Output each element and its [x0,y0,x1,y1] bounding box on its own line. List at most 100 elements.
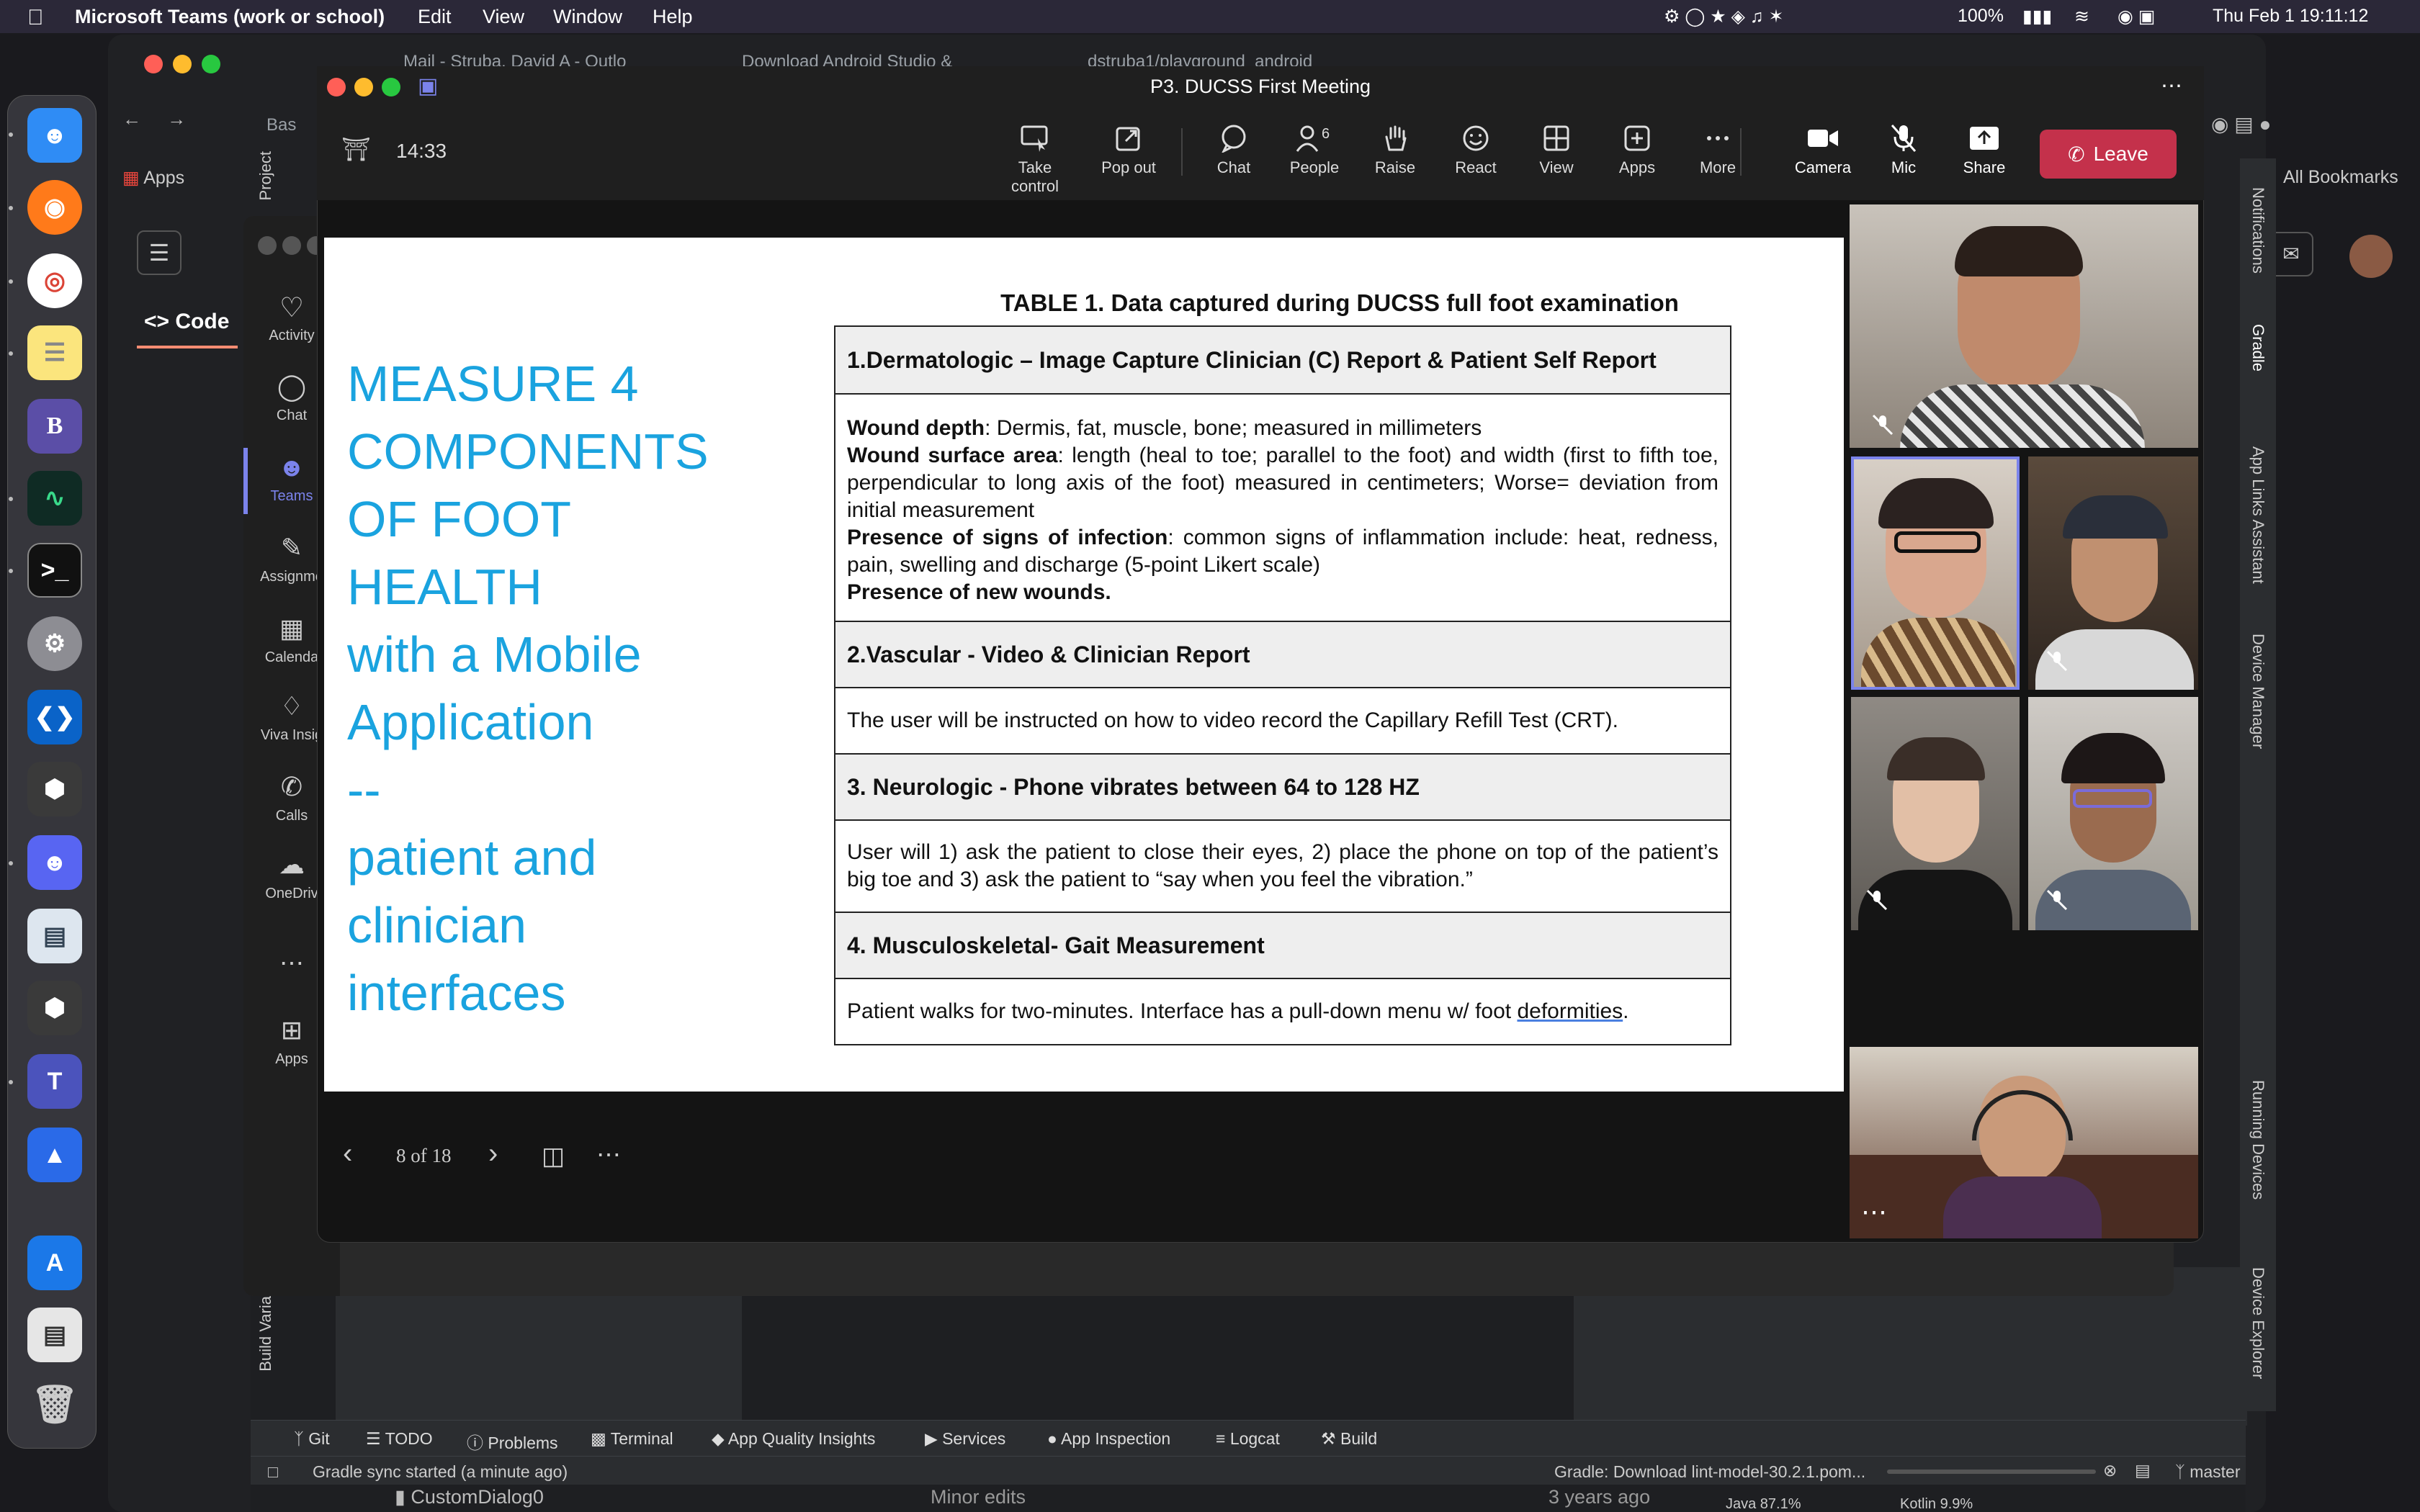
build-variants-tab[interactable]: Build Varia [256,1296,275,1372]
apps-grid-icon[interactable]: ▦ [122,168,140,188]
screen-window-icon[interactable]: ▤ [27,1308,82,1362]
side-notifications[interactable]: Notifications [2249,187,2267,274]
back-icon[interactable]: ← [122,108,141,130]
unity-hub-icon[interactable]: ⬢ [27,762,82,816]
status-right: Gradle: Download lint-model-30.2.1.pom..… [1554,1462,1866,1481]
teams-icon[interactable]: T [27,1054,82,1109]
participant-tile-5[interactable] [2028,697,2198,930]
status-panel-icon[interactable]: □ [268,1462,278,1482]
menu-help[interactable]: Help [653,6,693,28]
activity-monitor-icon[interactable]: ∿ [27,471,82,526]
participant-tile-2-active[interactable] [1851,456,2020,690]
firefox-icon[interactable]: ◉ [27,180,82,235]
more-button[interactable]: More [1678,124,1757,177]
tool-build[interactable]: ⚒ Build [1321,1429,1377,1449]
menu-view[interactable]: View [483,6,524,28]
title-more-icon[interactable]: ⋯ [2161,66,2182,107]
tool-logcat[interactable]: ≡ Logcat [1216,1429,1280,1449]
preview-icon[interactable]: ▤ [27,909,82,963]
branch-indicator[interactable]: ᛉ master [2175,1462,2241,1482]
tool-app-inspection[interactable]: ● App Inspection [1047,1429,1170,1449]
participant-tile-6-self[interactable]: ⋯ [1850,1047,2198,1238]
pop-out-button[interactable]: Pop out [1089,124,1168,177]
tool-problems[interactable]: ⓘ Problems [467,1429,558,1454]
status-left: Gradle sync started (a minute ago) [313,1462,568,1481]
studio-project-tab-area: Project [251,151,279,216]
mic-button[interactable]: Mic [1864,124,1943,177]
tool-services[interactable]: ▶ Services [925,1429,1005,1449]
vscode-icon[interactable]: ❮❯ [27,690,82,744]
raise-hand-button[interactable]: Raise [1355,124,1435,177]
tool-todo[interactable]: ☰ TODO [366,1429,433,1449]
side-running-devices[interactable]: Running Devices [2249,1080,2267,1200]
take-control-button[interactable]: Take control [995,124,1075,196]
menu-window[interactable]: Window [553,6,622,28]
participant-tile-1[interactable] [1850,204,2198,448]
battery-icon[interactable]: ▮▮▮ [2022,6,2052,27]
status-icons[interactable]: ⚙ ◯ ★ ◈ ♫ ✶ [1664,6,1783,27]
tool-app-quality[interactable]: ◆ App Quality Insights [712,1429,875,1449]
zoom-button[interactable] [382,78,400,96]
apps-button[interactable]: Apps [1597,124,1677,177]
terminal-icon[interactable]: >_ [27,543,82,598]
app-store-icon[interactable]: A [27,1236,82,1290]
tile-more-icon[interactable]: ⋯ [1861,1197,1887,1227]
participant-tile-4[interactable] [1851,697,2020,930]
browser-profile-icons[interactable]: ◉ ▤ ● [2211,112,2271,136]
side-app-links[interactable]: App Links Assistant [2249,446,2267,584]
tool-git[interactable]: ᛉ Git [294,1429,330,1449]
trash-icon[interactable]: 🗑 [27,1377,82,1431]
tool-terminal[interactable]: ▩ Terminal [591,1429,673,1449]
forward-icon[interactable]: → [167,108,186,130]
bookmark-bas[interactable]: Bas [266,115,296,135]
muted-mic-icon [1871,413,1897,439]
people-button[interactable]: 6 People [1275,124,1354,177]
app-name[interactable]: Microsoft Teams (work or school) [75,6,385,28]
side-device-explorer[interactable]: Device Explorer [2249,1267,2267,1379]
slide-more-icon[interactable]: ⋯ [596,1140,621,1169]
discord-icon[interactable]: ☻ [27,835,82,890]
share-button[interactable]: Share [1945,124,2024,177]
xcode-instruments-icon[interactable]: ▲ [27,1128,82,1182]
leave-button[interactable]: ✆ Leave [2040,130,2177,179]
react-button[interactable]: React [1436,124,1515,177]
next-slide-icon[interactable]: › [488,1138,498,1170]
status-memory-icon[interactable]: ▤ [2135,1461,2151,1480]
previous-slide-icon[interactable]: ‹ [343,1138,352,1170]
minimize-button[interactable] [354,78,373,96]
section-dermatologic-header: 1.Dermatologic – Image Capture Clinician… [834,325,1731,395]
system-settings-icon[interactable]: ⚙ [27,616,82,671]
chrome-icon[interactable]: ◎ [27,253,82,308]
project-tab[interactable]: Project [256,151,275,200]
hamburger-menu-icon[interactable]: ☰ [137,230,182,275]
unity-icon[interactable]: ⬢ [27,981,82,1035]
menubar-clock: Thu Feb 1 19:11:12 [2213,6,2369,26]
side-gradle[interactable]: Gradle [2249,324,2267,372]
meeting-title-bar: ▣ P3. DUCSS First Meeting ⋯ [317,66,2204,107]
menu-edit[interactable]: Edit [418,6,452,28]
close-button[interactable] [327,78,346,96]
all-bookmarks[interactable]: All Bookmarks [2283,167,2398,188]
side-device-manager[interactable]: Device Manager [2249,634,2267,749]
bbedit-icon[interactable]: B [27,399,82,454]
commit-message[interactable]: Minor edits [931,1486,1026,1508]
assignments-icon: ✎ [280,533,303,562]
participant-tile-3[interactable] [2028,456,2198,690]
shield-icon[interactable]: ⛩ [341,135,371,163]
finder-icon[interactable]: ☻ [27,108,82,163]
file-name[interactable]: ▮ CustomDialog0 [395,1486,544,1508]
chat-button[interactable]: Chat [1194,124,1273,177]
slide-grid-icon[interactable]: ◫ [542,1142,565,1171]
wifi-icon[interactable]: ≋ [2074,6,2089,27]
apple-icon[interactable]:  [27,6,44,30]
github-avatar[interactable] [2349,235,2393,278]
notes-icon[interactable]: ☰ [27,325,82,380]
section-dermatologic-body: Wound depth: Dermis, fat, muscle, bone; … [834,393,1731,622]
section-musculoskeletal-body: Patient walks for two-minutes. Interface… [834,978,1731,1045]
control-center-icon[interactable]: ◉ ▣ [2118,6,2155,27]
cancel-progress-icon[interactable]: ⊗ [2103,1461,2117,1480]
bookmark-apps[interactable]: Apps [143,168,184,188]
view-button[interactable]: View [1517,124,1596,177]
camera-button[interactable]: Camera [1783,124,1863,177]
github-code-tab[interactable]: <> Code [144,310,229,334]
